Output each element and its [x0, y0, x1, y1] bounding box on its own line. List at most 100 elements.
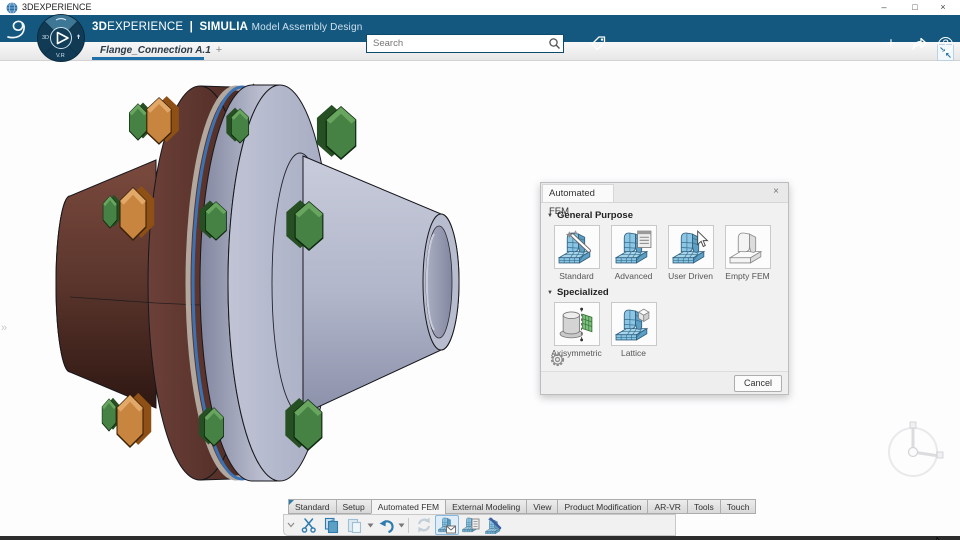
add-content-icon[interactable]: + — [882, 35, 900, 53]
section-label: Specialized — [557, 287, 609, 298]
minimize-button[interactable]: – — [872, 0, 896, 15]
app-globe-icon — [6, 2, 18, 14]
window-titlebar: 3DEXPERIENCE – □ × — [0, 0, 960, 15]
automated-fem-command-button[interactable] — [435, 515, 459, 535]
dialog-title: Automated FEM — [542, 184, 614, 202]
action-tab-product-modification[interactable]: Product Modification — [557, 499, 647, 514]
lattice-fem-button[interactable] — [611, 302, 657, 346]
action-tab-ar-vr[interactable]: AR-VR — [647, 499, 686, 514]
brand-divider: | — [190, 21, 193, 33]
new-tab-button[interactable]: + — [212, 42, 226, 60]
application-window: 3DEXPERIENCE – □ × 3DEXPERIENCE | SIMULI… — [0, 0, 960, 540]
action-tab-external-modeling[interactable]: External Modeling — [445, 499, 526, 514]
fem-specification-button[interactable] — [459, 516, 482, 535]
cut-button[interactable] — [297, 516, 320, 535]
action-tab-automated-fem[interactable]: Automated FEM — [371, 499, 445, 514]
document-tab-active[interactable]: Flange_Connection A.1 — [92, 42, 219, 60]
action-tab-standard[interactable]: Standard — [288, 499, 336, 514]
toolbar-separator — [408, 518, 409, 533]
help-icon[interactable]: ? — [938, 37, 953, 52]
empty-fem-icon — [729, 229, 767, 266]
fem-mesh-wand-icon — [485, 516, 503, 534]
copy-icon — [323, 517, 340, 534]
paste-icon — [346, 517, 363, 534]
action-tab-setup[interactable]: Setup — [336, 499, 371, 514]
corner-fold-icon — [289, 500, 294, 505]
search-icon[interactable] — [548, 37, 561, 50]
app-brand: 3DEXPERIENCE | SIMULIA Model Assembly De… — [92, 21, 363, 33]
action-tab-tools[interactable]: Tools — [687, 499, 720, 514]
fem-mesh-envelope-icon — [438, 516, 456, 534]
active-tab-underline — [92, 57, 204, 60]
app-header: 3DEXPERIENCE | SIMULIA Model Assembly De… — [0, 15, 960, 42]
dassault-logo-icon — [4, 16, 30, 42]
share-icon[interactable] — [910, 35, 928, 53]
update-button[interactable] — [412, 516, 435, 535]
search-box — [366, 34, 564, 53]
collapse-triangle-icon: ▼ — [547, 290, 553, 296]
undo-icon — [377, 517, 395, 534]
fem-option-label: Lattice — [621, 348, 646, 358]
fem-option-label: User Driven — [668, 271, 713, 281]
panel-expander-icon[interactable]: » — [1, 322, 7, 334]
fem-option-advanced: Advanced — [605, 225, 662, 281]
brand-experience: EXPERIENCE — [107, 21, 183, 33]
copy-button[interactable] — [320, 516, 343, 535]
action-bar-tabs: Standard Setup Automated FEM External Mo… — [288, 499, 756, 514]
fem-option-lattice: Lattice — [605, 302, 662, 358]
brand-3d: 3D — [92, 21, 107, 33]
flange-assembly-model[interactable] — [0, 60, 960, 536]
lattice-fem-icon — [615, 306, 653, 343]
compass-vr-label: V.R — [56, 53, 65, 59]
section-general-purpose[interactable]: ▼ General Purpose — [547, 210, 782, 221]
undo-button[interactable] — [374, 516, 397, 535]
action-bar-toolbar — [283, 514, 676, 536]
search-input[interactable] — [371, 36, 545, 51]
compass-3d-label: 3D — [42, 35, 49, 41]
dialog-footer: Cancel — [541, 371, 788, 394]
axisymmetric-fem-button[interactable] — [554, 302, 600, 346]
update-sync-icon — [415, 516, 433, 534]
paste-dropdown-caret[interactable] — [366, 516, 374, 535]
window-title: 3DEXPERIENCE — [22, 2, 92, 12]
brand-product: SIMULIA — [199, 21, 248, 33]
axisymmetric-fem-icon — [558, 306, 596, 343]
paste-button[interactable] — [343, 516, 366, 535]
options-gear-icon[interactable] — [549, 351, 566, 368]
3d-viewport[interactable]: » — [0, 60, 960, 536]
undo-dropdown-caret[interactable] — [397, 516, 405, 535]
empty-fem-button[interactable] — [725, 225, 771, 269]
fem-option-label: Standard — [559, 271, 594, 281]
bottom-window-edge — [0, 536, 960, 540]
standard-fem-icon — [558, 229, 596, 266]
close-button[interactable]: × — [931, 0, 955, 15]
action-tab-view[interactable]: View — [526, 499, 557, 514]
section-specialized[interactable]: ▼ Specialized — [547, 287, 782, 298]
cancel-button[interactable]: Cancel — [734, 375, 782, 392]
cut-icon — [301, 517, 317, 534]
user-driven-fem-button[interactable] — [668, 225, 714, 269]
standard-fem-button[interactable] — [554, 225, 600, 269]
mesh-wizard-button[interactable] — [482, 516, 505, 535]
maximize-button[interactable]: □ — [903, 0, 927, 15]
dialog-header[interactable]: Automated FEM × — [541, 183, 788, 203]
fem-option-standard: Standard — [548, 225, 605, 281]
dialog-close-icon[interactable]: × — [769, 185, 783, 199]
fem-mesh-list-icon — [462, 516, 480, 534]
experience-compass[interactable]: 3D V.R — [36, 13, 86, 63]
advanced-fem-button[interactable] — [611, 225, 657, 269]
user-driven-fem-icon — [672, 229, 710, 266]
fem-option-label: Advanced — [615, 271, 653, 281]
fem-option-axisymmetric: Axisymmetric — [548, 302, 605, 358]
view-rotation-compass-icon[interactable] — [889, 422, 943, 476]
action-tab-touch[interactable]: Touch — [720, 499, 757, 514]
fem-option-empty: Empty FEM — [719, 225, 776, 281]
automated-fem-dialog: Automated FEM × ▼ General Purpose — [540, 182, 789, 395]
fem-option-user-driven: User Driven — [662, 225, 719, 281]
tag-icon[interactable] — [589, 34, 609, 53]
brand-module: Model Assembly Design — [252, 22, 363, 33]
advanced-fem-icon — [615, 229, 653, 266]
document-tab-label: Flange_Connection A.1 — [100, 45, 211, 56]
toolbar-collapse-icon[interactable] — [286, 521, 296, 529]
fem-option-label: Empty FEM — [725, 271, 769, 281]
